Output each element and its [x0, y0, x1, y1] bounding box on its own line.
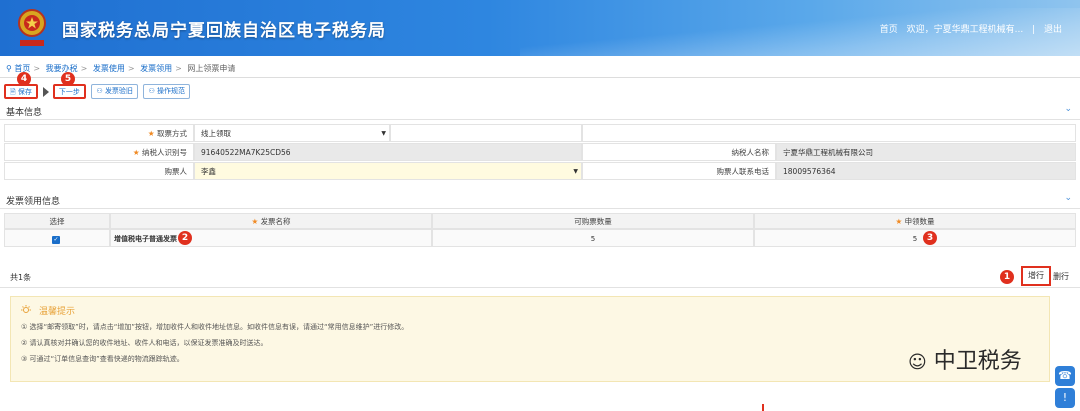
watermark-text: 中卫税务	[933, 349, 1022, 374]
marker-5: 5	[61, 72, 75, 86]
watermark: ☺ 中卫税务	[908, 343, 1022, 375]
invoice-section-title: 发票领用信息	[6, 197, 61, 207]
breadcrumb: ⚲ 首页 > 我要办税 > 发票使用 > 发票领用 > 网上领票申请	[6, 64, 236, 73]
apply-quantity-input[interactable]: 5	[754, 229, 1076, 247]
buyer-label: 购票人	[164, 167, 188, 176]
divider	[0, 208, 1080, 209]
name-value: 宁夏华鼎工程机械有限公司	[783, 148, 873, 157]
divider	[0, 77, 1080, 78]
chevron-down-icon[interactable]: ⌄	[1064, 104, 1072, 114]
pickup-label: 取票方式	[157, 129, 187, 138]
taxid-label-cell: ★ 纳税人识别号	[4, 143, 194, 161]
tips-title: 温馨提示	[39, 307, 76, 317]
marker-1: 1	[1000, 270, 1014, 284]
phone-field: 18009576364	[776, 162, 1076, 180]
col-apply: ★ 申领数量	[754, 213, 1076, 229]
breadcrumb-tax[interactable]: 我要办税	[46, 64, 78, 73]
col-select: 选择	[4, 213, 110, 229]
col-apply-label: 申领数量	[904, 217, 935, 226]
tip-line-2: ② 请认真核对并确认您的收件地址、收件人和电话，以保证发票准确及时送达。	[21, 339, 268, 347]
play-arrow-icon	[42, 87, 49, 97]
taxid-field: 91640522MA7K25CD56	[194, 143, 582, 161]
save-button-label: 保存	[17, 88, 32, 96]
breadcrumb-invoice-apply[interactable]: 发票领用	[140, 64, 172, 73]
link-divider: |	[1032, 25, 1036, 35]
save-button[interactable]: 🗎 保存	[4, 84, 38, 99]
logout-link[interactable]: 退出	[1044, 25, 1062, 35]
col-invoice-name: ★ 发票名称	[110, 213, 432, 229]
add-row-button[interactable]: 增行	[1021, 266, 1051, 286]
tax-emblem-icon	[18, 9, 46, 46]
divider	[0, 119, 1080, 120]
customer-service-icon[interactable]: ☎	[1055, 366, 1075, 386]
lightbulb-icon	[21, 305, 31, 313]
tip-line-1: ① 选择“邮寄领取”时，请点击“增加”按钮，增加收件人和收件地址信息。如收件信息…	[21, 323, 409, 331]
phone-label: 购票人联系电话	[716, 167, 770, 176]
col-available: 可购票数量	[432, 213, 754, 229]
col-invoice-name-label: 发票名称	[260, 217, 291, 226]
home-link[interactable]: 首页	[880, 25, 898, 35]
red-mark	[762, 404, 764, 411]
buyer-label-cell: 购票人	[4, 162, 194, 180]
name-label: 纳税人名称	[731, 148, 770, 157]
available-cell: 5	[432, 229, 754, 247]
phone-value: 18009576364	[783, 167, 836, 176]
operation-guide-button[interactable]: ⚇ 操作规范	[143, 84, 190, 99]
pickup-select[interactable]: 线上领取 ▼	[194, 124, 390, 142]
delete-row-button[interactable]: 删行	[1053, 271, 1069, 282]
dropdown-arrow-icon: ▼	[573, 168, 578, 175]
invoice-return-button[interactable]: ⚇ 发票验旧	[91, 84, 138, 99]
breadcrumb-invoice-use[interactable]: 发票使用	[93, 64, 125, 73]
chevron-down-icon[interactable]: ⌄	[1064, 193, 1072, 203]
invoice-name-cell: 增值税电子普通发票	[110, 229, 432, 247]
wechat-icon: ☺	[908, 352, 927, 373]
buyer-select[interactable]: 李鑫 ▼	[194, 162, 582, 180]
taxid-label: 纳税人识别号	[142, 148, 187, 157]
top-links: 首页 欢迎，宁夏华鼎工程机械有... | 退出	[874, 22, 1062, 35]
user-icon: ⚇	[148, 87, 155, 95]
location-pin-icon: ⚲	[6, 64, 12, 73]
info-icon[interactable]: !	[1055, 388, 1075, 408]
invoice-return-label: 发票验旧	[104, 87, 133, 95]
buyer-value: 李鑫	[201, 167, 216, 176]
pickup-label-cell: ★ 取票方式	[4, 124, 194, 142]
tips-box: 温馨提示 ① 选择“邮寄领取”时，请点击“增加”按钮，增加收件人和收件地址信息。…	[10, 296, 1050, 382]
top-banner: 国家税务总局宁夏回族自治区电子税务局 首页 欢迎，宁夏华鼎工程机械有... | …	[0, 0, 1080, 56]
welcome-user: 欢迎，宁夏华鼎工程机械有...	[906, 25, 1024, 35]
toolbar: 🗎 保存 下一步 ⚇ 发票验旧 ⚇ 操作规范	[4, 84, 193, 100]
empty-cell	[582, 124, 1076, 142]
row-checkbox[interactable]: ✓	[52, 236, 60, 244]
next-step-button[interactable]: 下一步	[52, 84, 86, 99]
divider	[0, 287, 1080, 288]
marker-3: 3	[923, 231, 937, 245]
name-field: 宁夏华鼎工程机械有限公司	[776, 143, 1076, 161]
tip-line-3: ③ 可通过“订单信息查询”查看快递的物流跟踪轨迹。	[21, 355, 184, 363]
site-title: 国家税务总局宁夏回族自治区电子税务局	[62, 21, 386, 41]
dropdown-arrow-icon: ▼	[381, 130, 386, 137]
user-icon: ⚇	[96, 87, 103, 95]
pickup-value: 线上领取	[201, 129, 231, 138]
breadcrumb-current: 网上领票申请	[187, 64, 236, 73]
basic-info-title: 基本信息	[6, 108, 43, 118]
taxid-value: 91640522MA7K25CD56	[201, 148, 291, 157]
save-icon: 🗎	[10, 88, 16, 96]
phone-label-cell: 购票人联系电话	[582, 162, 776, 180]
name-label-cell: 纳税人名称	[582, 143, 776, 161]
marker-4: 4	[17, 72, 31, 86]
operation-guide-label: 操作规范	[157, 87, 185, 95]
record-count: 共1条	[10, 273, 32, 282]
marker-2: 2	[178, 231, 192, 245]
empty-cell	[390, 124, 582, 142]
